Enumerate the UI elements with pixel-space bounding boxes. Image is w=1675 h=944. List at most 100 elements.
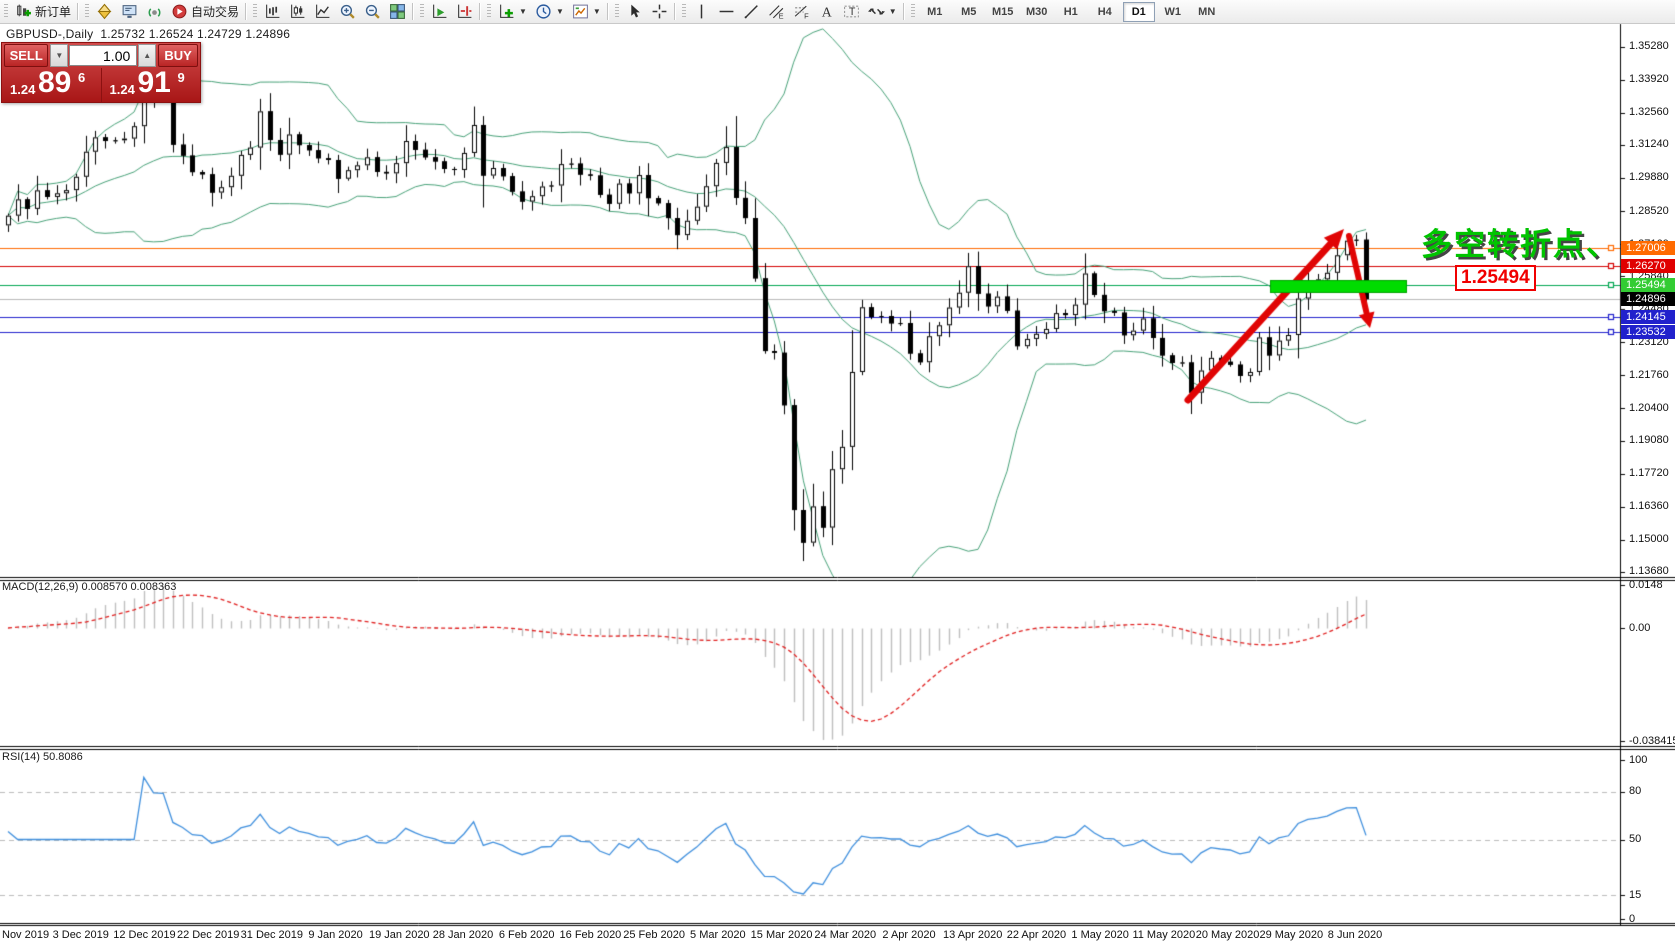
autotrading-button[interactable]: 自动交易 — [167, 0, 243, 24]
indicators-button[interactable]: ▼ — [494, 0, 531, 24]
symbol-header: GBPUSD-,Daily 1.25732 1.26524 1.24729 1.… — [6, 27, 290, 41]
date-axis-label: 13 Apr 2020 — [943, 929, 1003, 941]
toolbar-drag-handle[interactable] — [910, 4, 915, 19]
indicators-icon — [498, 3, 515, 20]
date-axis-label: 6 Feb 2020 — [498, 929, 555, 941]
cursor-tool-button[interactable] — [622, 0, 647, 24]
auto-scroll-button[interactable] — [427, 0, 452, 24]
timeframe-d1-button[interactable]: D1 — [1122, 1, 1155, 22]
price-tag: 1.27006 — [1621, 240, 1675, 255]
date-axis-label: 1 May 2020 — [1071, 929, 1129, 941]
vline-icon — [693, 3, 710, 20]
textlabel-icon: T — [843, 3, 860, 20]
tile-windows-button[interactable] — [385, 0, 410, 24]
new-order-button[interactable]: 新订单 — [11, 0, 75, 24]
toolbar-separator — [673, 3, 676, 20]
date-axis-label: 28 Jan 2020 — [432, 929, 494, 941]
rsi-label: RSI(14) 50.8086 — [2, 751, 83, 763]
templates-icon — [572, 3, 589, 20]
rsi-value: 50.8086 — [42, 751, 83, 763]
text-tool-button[interactable]: A — [814, 0, 839, 24]
macd-label: MACD(12,26,9) 0.008570 0.008363 — [2, 581, 176, 593]
toolbar-drag-handle[interactable] — [487, 4, 492, 19]
arrows-tool-dropdown-caret[interactable]: ▼ — [889, 7, 897, 16]
new-order-label: 新订单 — [35, 5, 72, 19]
timeframe-w1-button[interactable]: W1 — [1157, 2, 1189, 22]
text-label-tool-button[interactable]: T — [839, 0, 864, 24]
macd-signal-value: 0.008363 — [130, 581, 177, 593]
crosshair-tool-button[interactable] — [647, 0, 672, 24]
date-axis-label: 12 Dec 2019 — [113, 929, 176, 941]
periods-dropdown-caret[interactable]: ▼ — [556, 7, 564, 16]
price-tick-label: 1.17720 — [1629, 467, 1669, 480]
signals-button[interactable] — [142, 0, 167, 24]
one-click-trading-panel: SELL ▼ ▲ BUY 1.24 89 6 1.24 91 9 — [1, 42, 201, 103]
volume-up-button[interactable]: ▲ — [138, 44, 157, 67]
date-axis-label: 25 Feb 2020 — [623, 929, 686, 941]
market-watch-button[interactable] — [92, 0, 117, 24]
templates-button[interactable]: ▼ — [568, 0, 605, 24]
ohlc-high: 1.26524 — [148, 27, 194, 41]
sell-price[interactable]: 1.24 89 6 — [2, 66, 102, 102]
svg-text:F: F — [804, 11, 809, 20]
bar-chart-mode-button[interactable] — [260, 0, 285, 24]
candle-chart-mode-button[interactable] — [285, 0, 310, 24]
sell-price-sup: 6 — [78, 70, 86, 85]
toolbar-drag-handle[interactable] — [253, 4, 258, 19]
arrows-tool-button[interactable]: ▼ — [864, 0, 901, 24]
price-callout-box[interactable]: 1.25494 — [1455, 265, 1536, 291]
hline-icon — [718, 3, 735, 20]
toolbar-separator — [77, 3, 80, 20]
zoom-in-button[interactable] — [335, 0, 360, 24]
chart-shift-icon — [456, 3, 473, 20]
linechart-icon — [314, 3, 331, 20]
timeframe-h1-button[interactable]: H1 — [1055, 2, 1087, 22]
timeframe-m15-button[interactable]: M15 — [987, 2, 1019, 22]
zoom-out-button[interactable] — [360, 0, 385, 24]
templates-dropdown-caret[interactable]: ▼ — [593, 7, 601, 16]
text-icon: A — [818, 3, 835, 20]
price-tag: 1.24145 — [1621, 310, 1675, 325]
toolbar-drag-handle[interactable] — [681, 4, 686, 19]
horizontal-line-tool-button[interactable] — [714, 0, 739, 24]
autotrading-icon — [171, 3, 188, 20]
toolbar-drag-handle[interactable] — [4, 4, 8, 19]
line-chart-mode-button[interactable] — [310, 0, 335, 24]
svg-text:E: E — [778, 11, 783, 20]
volume-input[interactable] — [69, 45, 138, 66]
ohlc-low: 1.24729 — [197, 27, 242, 41]
price-tick-label: 1.13680 — [1629, 565, 1669, 578]
toolbar-separator — [606, 3, 609, 20]
toolbar-drag-handle[interactable] — [420, 4, 425, 19]
macd-name: MACD(12,26,9) — [2, 581, 79, 593]
toolbar-separator — [412, 3, 415, 20]
toolbar-drag-handle[interactable] — [614, 4, 619, 19]
buy-price-big: 91 — [137, 66, 171, 99]
chart-area[interactable] — [0, 0, 1675, 944]
date-axis-label: 29 May 2020 — [1259, 929, 1324, 941]
timeframe-mn-button[interactable]: MN — [1191, 2, 1223, 22]
timeframe-m5-button[interactable]: M5 — [953, 2, 985, 22]
channel-tool-button[interactable]: E — [764, 0, 789, 24]
periods-button[interactable]: ▼ — [531, 0, 568, 24]
fibonacci-tool-button[interactable]: F — [789, 0, 814, 24]
date-axis-label: 11 May 2020 — [1132, 929, 1196, 941]
timeframe-h4-button[interactable]: H4 — [1089, 2, 1121, 22]
price-tick-label: 1.31240 — [1629, 138, 1669, 151]
indicators-dropdown-caret[interactable]: ▼ — [519, 7, 527, 16]
volume-down-button[interactable]: ▼ — [50, 44, 69, 67]
price-tick-label: 1.16360 — [1629, 500, 1669, 513]
buy-button[interactable]: BUY — [158, 44, 198, 67]
rsi-scale-label: 0 — [1629, 912, 1636, 925]
timeframe-m1-button[interactable]: M1 — [919, 2, 951, 22]
terminal-button[interactable] — [117, 0, 142, 24]
date-axis-label: 16 Feb 2020 — [559, 929, 622, 941]
chart-shift-button[interactable] — [452, 0, 477, 24]
sell-button[interactable]: SELL — [4, 44, 49, 67]
timeframe-m30-button[interactable]: M30 — [1021, 2, 1053, 22]
buy-price[interactable]: 1.24 91 9 — [102, 66, 201, 102]
svg-text:T: T — [849, 6, 856, 18]
vertical-line-tool-button[interactable] — [689, 0, 714, 24]
toolbar-drag-handle[interactable] — [85, 4, 90, 19]
trendline-tool-button[interactable] — [739, 0, 764, 24]
